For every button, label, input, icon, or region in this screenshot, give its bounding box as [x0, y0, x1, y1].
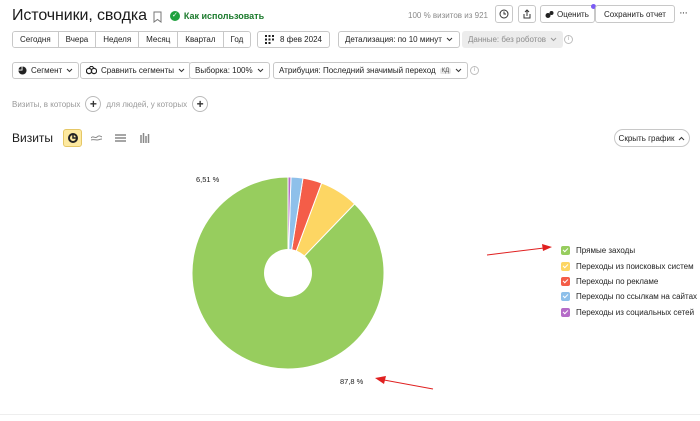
legend-item-search[interactable]: Переходы из поисковых систем — [561, 258, 697, 273]
legend-item-direct[interactable]: Прямые заходы — [561, 243, 697, 258]
legend-checkbox[interactable] — [561, 276, 570, 286]
legend-label: Переходы по ссылкам на сайтах — [576, 292, 698, 302]
slice-label-search: 6,51 % — [196, 175, 220, 184]
legend-label: Переходы из поисковых систем — [576, 261, 694, 271]
legend-label: Переходы по рекламе — [576, 276, 659, 286]
legend-checkbox[interactable] — [561, 246, 570, 256]
divider — [0, 414, 700, 415]
legend-item-links[interactable]: Переходы по ссылкам на сайтах — [561, 289, 697, 304]
legend-label: Прямые заходы — [576, 246, 636, 256]
donut-hole — [264, 249, 312, 297]
legend-checkbox[interactable] — [561, 292, 570, 302]
legend-checkbox[interactable] — [561, 307, 570, 317]
annotation-arrow-value — [383, 379, 434, 390]
pie-chart — [191, 176, 552, 390]
legend-item-social[interactable]: Переходы из социальных сетей — [561, 305, 697, 320]
annotation-arrowhead-value — [375, 376, 386, 384]
chart-legend: Прямые заходы Переходы из поисковых сист… — [561, 243, 697, 320]
legend-checkbox[interactable] — [561, 261, 570, 271]
legend-item-ads[interactable]: Переходы по рекламе — [561, 274, 697, 289]
slice-label-direct: 87,8 % — [340, 377, 364, 386]
annotation-arrow-legend — [486, 247, 545, 256]
legend-label: Переходы из социальных сетей — [576, 307, 695, 317]
annotation-arrows — [375, 244, 552, 390]
annotation-arrowhead-legend — [542, 244, 552, 251]
